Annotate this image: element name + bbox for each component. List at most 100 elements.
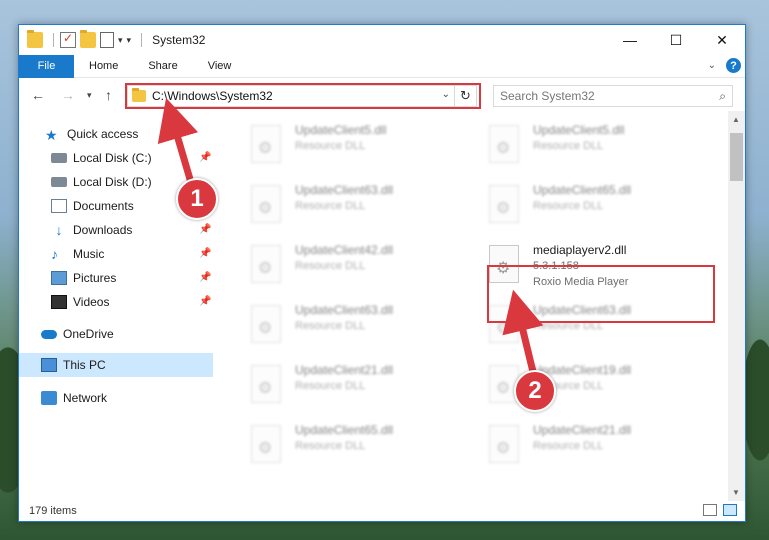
sidebar-item-label: Music	[73, 247, 105, 261]
file-name: UpdateClient21.dll	[295, 363, 394, 377]
disk-icon	[51, 177, 67, 187]
sidebar-item-pictures[interactable]: Pictures	[51, 267, 116, 289]
pin-icon[interactable]: 📌	[199, 224, 211, 235]
search-icon[interactable]: ⌕	[719, 89, 726, 104]
sidebar-item-label: OneDrive	[63, 327, 114, 341]
disk-icon	[51, 153, 67, 163]
sidebar-item-label: Quick access	[67, 127, 139, 141]
file-tile[interactable]: UpdateClient65.dll Resource DLL	[241, 419, 441, 471]
file-description: Resource DLL	[295, 200, 366, 212]
recent-locations-chevron-icon[interactable]: ▾	[87, 90, 92, 101]
window-title: System32	[152, 33, 206, 47]
pin-icon[interactable]: 📌	[199, 248, 211, 259]
sidebar-item-label: Pictures	[73, 271, 117, 285]
tab-home[interactable]: Home	[74, 55, 133, 78]
pictures-icon	[51, 271, 67, 285]
new-folder-icon[interactable]	[80, 30, 96, 48]
search-placeholder: Search System32	[500, 89, 595, 103]
sidebar-item-label: This PC	[63, 358, 106, 372]
help-icon[interactable]: ?	[726, 58, 741, 73]
address-highlight-box	[125, 83, 481, 109]
cloud-icon	[41, 329, 57, 339]
customize-toolbar-icon[interactable]: ▾	[127, 35, 132, 46]
file-tile[interactable]: UpdateClient5.dll Resource DLL	[241, 119, 441, 171]
sidebar-item-onedrive[interactable]: OneDrive	[41, 323, 114, 345]
file-description: Resource DLL	[295, 380, 366, 392]
details-view-icon[interactable]	[703, 504, 717, 516]
navigation-pane: ★ Quick access Local Disk (C:) 📌 Local D…	[19, 121, 213, 481]
dll-file-icon	[251, 425, 281, 463]
properties-icon[interactable]	[100, 32, 114, 48]
step-2-badge: 2	[514, 370, 556, 412]
dll-file-icon	[489, 185, 519, 223]
dll-file-icon	[489, 425, 519, 463]
scrollbar-thumb[interactable]	[730, 133, 743, 181]
file-name: UpdateClient21.dll	[533, 423, 632, 437]
maximize-button[interactable]: ☐	[653, 25, 699, 55]
tiles-view-icon[interactable]	[723, 504, 737, 516]
back-arrow-icon[interactable]: ←	[31, 87, 45, 103]
properties-check-icon[interactable]	[60, 31, 76, 48]
sidebar-item-videos[interactable]: Videos	[51, 291, 109, 313]
sidebar-item-local-disk-d[interactable]: Local Disk (D:)	[51, 171, 152, 193]
tab-file[interactable]: File	[19, 54, 74, 78]
file-description: Resource DLL	[295, 440, 366, 452]
dll-file-icon	[251, 185, 281, 223]
music-icon: ♪	[51, 246, 58, 262]
title-bar: ▾ ▾ System32 — ☐ ✕	[19, 25, 745, 55]
file-tile[interactable]: UpdateClient42.dll Resource DLL	[241, 239, 441, 291]
step-1-badge: 1	[176, 178, 218, 220]
item-count: 179 items	[29, 505, 77, 517]
search-input[interactable]: Search System32 ⌕	[493, 85, 733, 107]
scroll-up-icon[interactable]: ▲	[732, 115, 740, 124]
sidebar-item-local-disk-c[interactable]: Local Disk (C:)	[51, 147, 152, 169]
ribbon-tabs: File Home Share View ⌄ ?	[19, 54, 745, 78]
up-arrow-icon[interactable]: ↑	[105, 87, 112, 103]
folder-icon[interactable]	[27, 30, 43, 48]
pin-icon[interactable]: 📌	[199, 296, 211, 307]
toolbar-divider	[141, 33, 143, 47]
chevron-down-icon[interactable]: ▾	[118, 35, 123, 46]
file-tile[interactable]: UpdateClient63.dll Resource DLL	[241, 299, 441, 351]
file-name: UpdateClient63.dll	[295, 303, 394, 317]
file-name: UpdateClient65.dll	[295, 423, 394, 437]
file-tile[interactable]: UpdateClient19.dll Resource DLL	[479, 359, 679, 411]
tab-view[interactable]: View	[193, 55, 247, 78]
dll-file-icon	[251, 245, 281, 283]
file-tile[interactable]: UpdateClient63.dll Resource DLL	[241, 179, 441, 231]
close-button[interactable]: ✕	[699, 25, 745, 55]
file-name: UpdateClient65.dll	[533, 183, 632, 197]
sidebar-item-documents[interactable]: Documents	[51, 195, 134, 217]
file-name: UpdateClient5.dll	[295, 123, 387, 137]
dll-file-icon	[251, 365, 281, 403]
sidebar-item-downloads[interactable]: ↓ Downloads	[51, 219, 133, 241]
file-explorer-window: ▾ ▾ System32 — ☐ ✕ File Home Share View …	[18, 24, 746, 522]
vertical-scrollbar[interactable]: ▲ ▼	[728, 111, 745, 501]
file-tile[interactable]: UpdateClient21.dll Resource DLL	[241, 359, 441, 411]
file-description: Resource DLL	[533, 140, 604, 152]
sidebar-item-label: Videos	[73, 295, 110, 309]
file-tile[interactable]: UpdateClient21.dll Resource DLL	[479, 419, 679, 471]
file-tile[interactable]: UpdateClient65.dll Resource DLL	[479, 179, 679, 231]
sidebar-item-this-pc[interactable]: This PC	[41, 354, 106, 376]
dll-file-icon	[489, 125, 519, 163]
sidebar-item-label: Network	[63, 391, 108, 405]
status-bar: 179 items	[19, 501, 745, 521]
tab-share[interactable]: Share	[133, 55, 192, 78]
expand-ribbon-chevron-icon[interactable]: ⌄	[708, 60, 716, 71]
downloads-icon: ↓	[55, 222, 63, 238]
file-name: UpdateClient5.dll	[533, 123, 625, 137]
network-icon	[41, 391, 57, 405]
file-description: Resource DLL	[295, 140, 366, 152]
pin-icon[interactable]: 📌	[199, 272, 211, 283]
sidebar-item-network[interactable]: Network	[41, 387, 107, 409]
sidebar-item-label: Documents	[73, 199, 134, 213]
minimize-button[interactable]: —	[607, 25, 653, 55]
forward-arrow-icon[interactable]: →	[61, 87, 75, 103]
star-icon: ★	[45, 127, 58, 143]
file-tile[interactable]: UpdateClient5.dll Resource DLL	[479, 119, 679, 171]
pin-icon[interactable]: 📌	[199, 152, 211, 163]
sidebar-item-quick-access[interactable]: ★ Quick access	[45, 123, 138, 145]
sidebar-item-music[interactable]: ♪ Music	[51, 243, 104, 265]
scroll-down-icon[interactable]: ▼	[732, 488, 740, 497]
